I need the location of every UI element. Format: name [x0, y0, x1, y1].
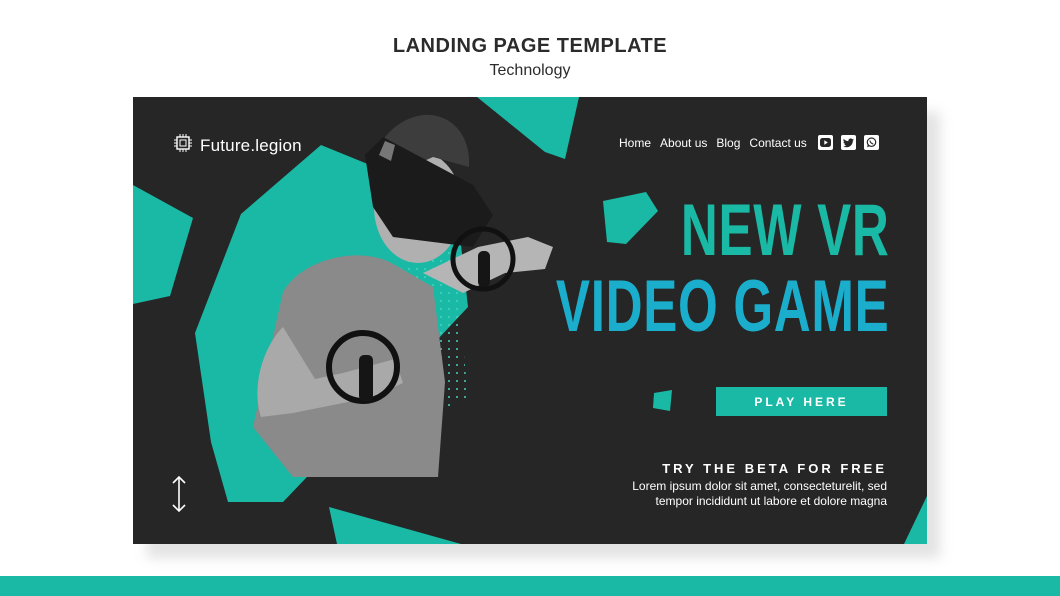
nav-home[interactable]: Home: [619, 136, 651, 150]
headline-line-1: NEW VR: [680, 190, 889, 271]
nav-about[interactable]: About us: [660, 136, 707, 150]
beta-section: TRY THE BETA FOR FREE Lorem ipsum dolor …: [632, 461, 887, 509]
page-title: LANDING PAGE TEMPLATE: [392, 35, 668, 57]
social-links: [817, 135, 879, 150]
brand-logo[interactable]: Future.legion: [173, 133, 302, 158]
bottom-accent-strip: [0, 576, 1060, 596]
youtube-icon[interactable]: [817, 135, 833, 150]
page-header: LANDING PAGE TEMPLATE Technology: [0, 34, 1060, 82]
landing-card: Future.legion Home About us Blog Contact…: [133, 97, 927, 544]
brand-name: Future.legion: [200, 135, 302, 155]
nav-contact[interactable]: Contact us: [749, 136, 806, 150]
hero-headline: NEW VR VIDEO GAME: [413, 193, 889, 345]
whatsapp-icon[interactable]: [863, 135, 879, 150]
chip-icon: [173, 133, 193, 158]
top-nav: Home About us Blog Contact us: [619, 135, 879, 150]
twitter-icon[interactable]: [840, 135, 856, 150]
page-subtitle: Technology: [489, 62, 571, 79]
nav-blog[interactable]: Blog: [716, 136, 740, 150]
vertical-arrows-icon[interactable]: [171, 475, 187, 518]
play-here-button[interactable]: PLAY HERE: [716, 387, 887, 416]
headline-line-2: VIDEO GAME: [555, 266, 889, 347]
beta-body-line-2: tempor incididunt ut labore et dolore ma…: [655, 494, 887, 508]
beta-title: TRY THE BETA FOR FREE: [662, 461, 887, 476]
beta-body-line-1: Lorem ipsum dolor sit amet, consecteture…: [632, 479, 887, 493]
